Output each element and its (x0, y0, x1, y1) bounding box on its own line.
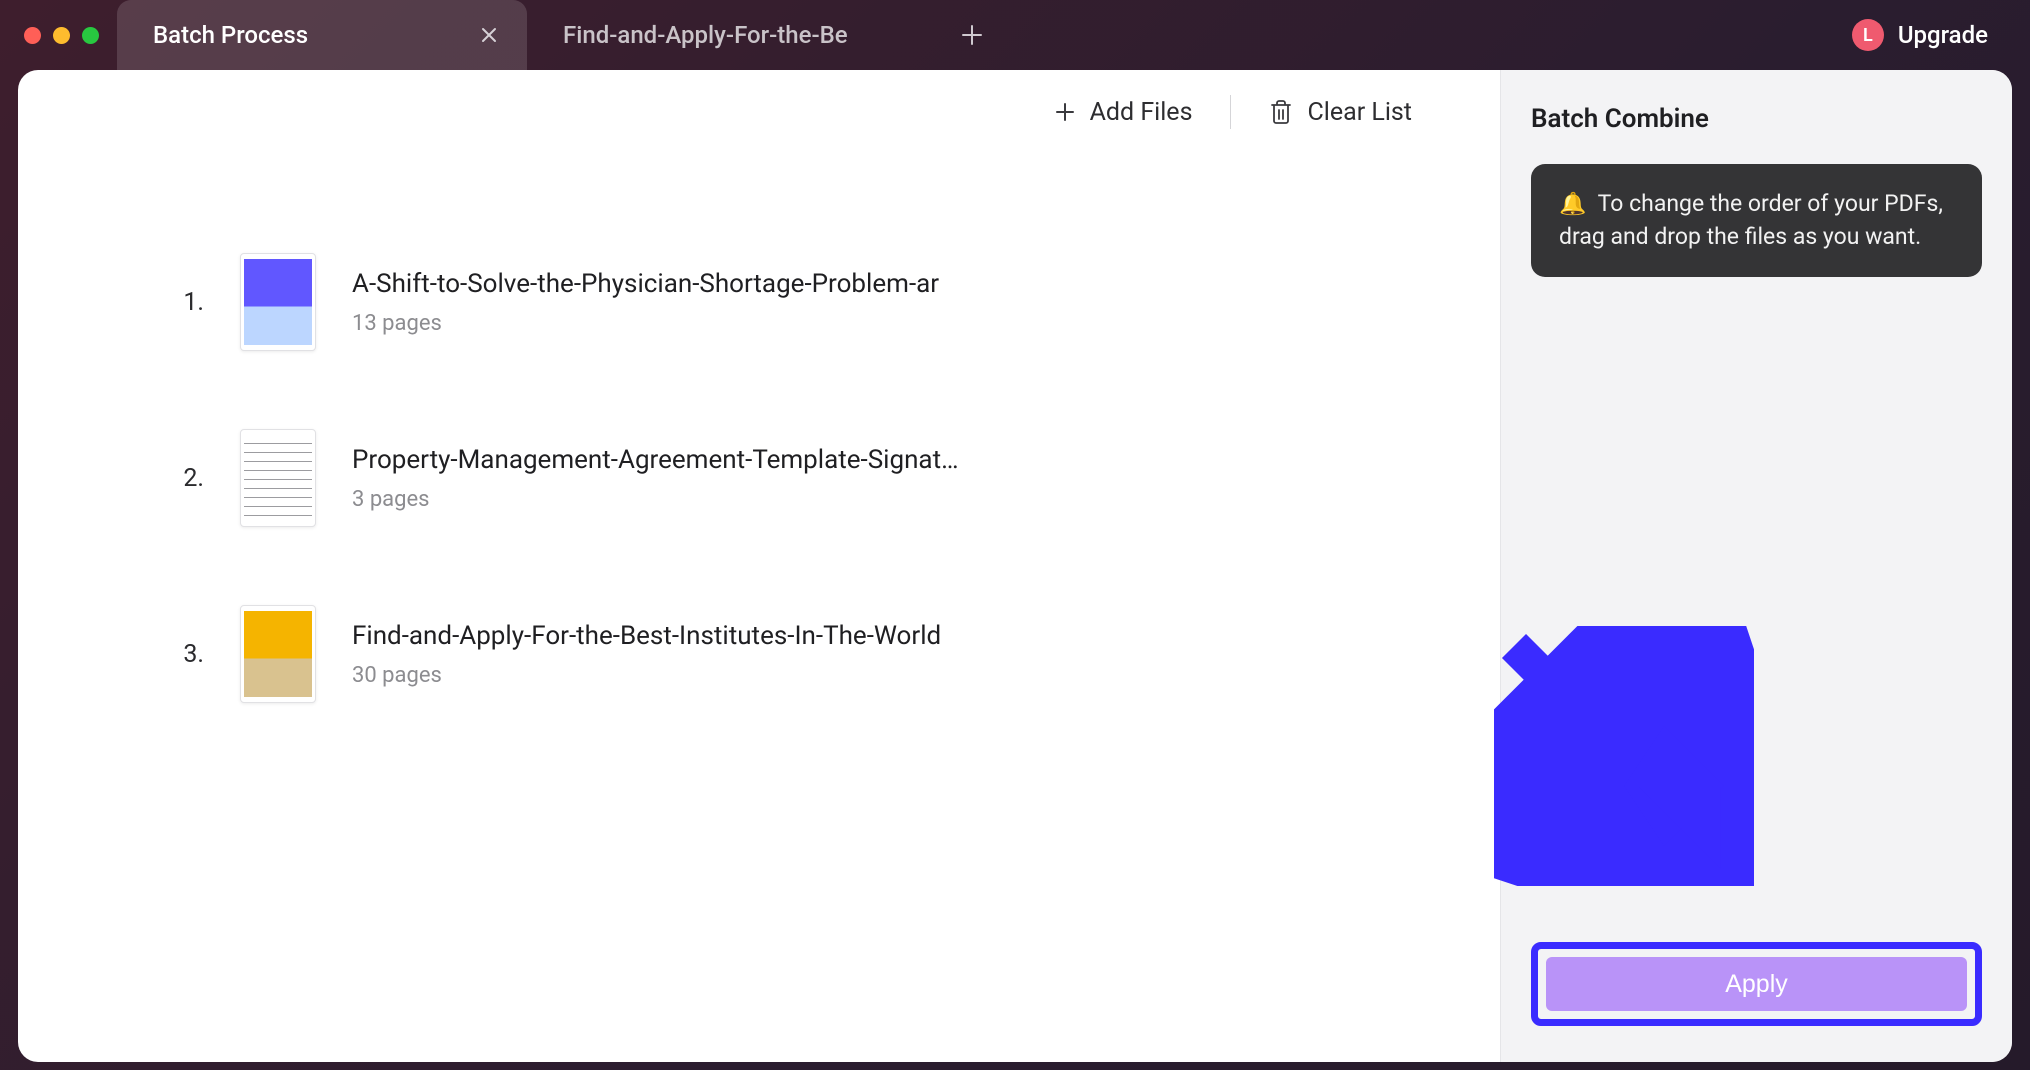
item-index: 1. (168, 288, 204, 317)
list-item[interactable]: 2. Property-Management-Agreement-Templat… (18, 390, 1500, 566)
pdf-thumbnail (240, 429, 316, 527)
separator (1230, 95, 1231, 129)
tabs: Batch Process Find-and-Apply-For-the-Be (117, 0, 1007, 70)
upgrade-button[interactable]: L Upgrade (1834, 11, 2006, 59)
add-files-label: Add Files (1090, 98, 1193, 127)
sidebar: Batch Combine 🔔 To change the order of y… (1500, 70, 2012, 1062)
file-title: Property-Management-Agreement-Template-S… (352, 445, 962, 475)
upgrade-label: Upgrade (1898, 21, 1988, 49)
close-icon[interactable] (479, 25, 499, 45)
plus-icon (1054, 101, 1076, 123)
item-index: 3. (168, 640, 204, 669)
file-title: Find-and-Apply-For-the-Best-Institutes-I… (352, 621, 962, 651)
pdf-thumbnail (240, 253, 316, 351)
tab-batch-process[interactable]: Batch Process (117, 0, 527, 70)
avatar-letter: L (1863, 25, 1873, 46)
file-page-count: 30 pages (352, 663, 1440, 688)
window-maximize-button[interactable] (82, 27, 99, 44)
apply-label: Apply (1725, 970, 1788, 998)
pdf-thumbnail (240, 605, 316, 703)
file-list-pane: Add Files Clear List 1. A-Shift-to-Solve… (18, 70, 1500, 1062)
plus-icon (961, 24, 983, 46)
clear-list-label: Clear List (1307, 98, 1412, 127)
file-title: A-Shift-to-Solve-the-Physician-Shortage-… (352, 269, 962, 299)
clear-list-button[interactable]: Clear List (1237, 88, 1444, 137)
apply-highlight: Apply (1531, 942, 1982, 1026)
window-minimize-button[interactable] (53, 27, 70, 44)
tab-label: Batch Process (153, 21, 459, 49)
bell-icon: 🔔 (1559, 192, 1586, 217)
apply-button[interactable]: Apply (1546, 957, 1967, 1011)
list-item[interactable]: 3. Find-and-Apply-For-the-Best-Institute… (18, 566, 1500, 742)
file-page-count: 13 pages (352, 311, 1440, 336)
traffic-lights (10, 27, 117, 44)
window-close-button[interactable] (24, 27, 41, 44)
avatar: L (1852, 19, 1884, 51)
file-list: 1. A-Shift-to-Solve-the-Physician-Shorta… (18, 154, 1500, 1062)
new-tab-button[interactable] (937, 0, 1007, 70)
main-panel: Add Files Clear List 1. A-Shift-to-Solve… (18, 70, 2012, 1062)
titlebar: Batch Process Find-and-Apply-For-the-Be … (0, 0, 2030, 70)
trash-icon (1269, 99, 1293, 125)
add-files-button[interactable]: Add Files (1022, 88, 1225, 137)
item-index: 2. (168, 464, 204, 493)
tip-text: To change the order of your PDFs, drag a… (1559, 190, 1943, 250)
sidebar-title: Batch Combine (1531, 104, 1982, 134)
file-page-count: 3 pages (352, 487, 1440, 512)
list-item[interactable]: 1. A-Shift-to-Solve-the-Physician-Shorta… (18, 214, 1500, 390)
tab-find-and-apply[interactable]: Find-and-Apply-For-the-Be (527, 0, 937, 70)
tab-label: Find-and-Apply-For-the-Be (563, 21, 909, 49)
tip-box: 🔔 To change the order of your PDFs, drag… (1531, 164, 1982, 277)
list-toolbar: Add Files Clear List (18, 70, 1500, 154)
